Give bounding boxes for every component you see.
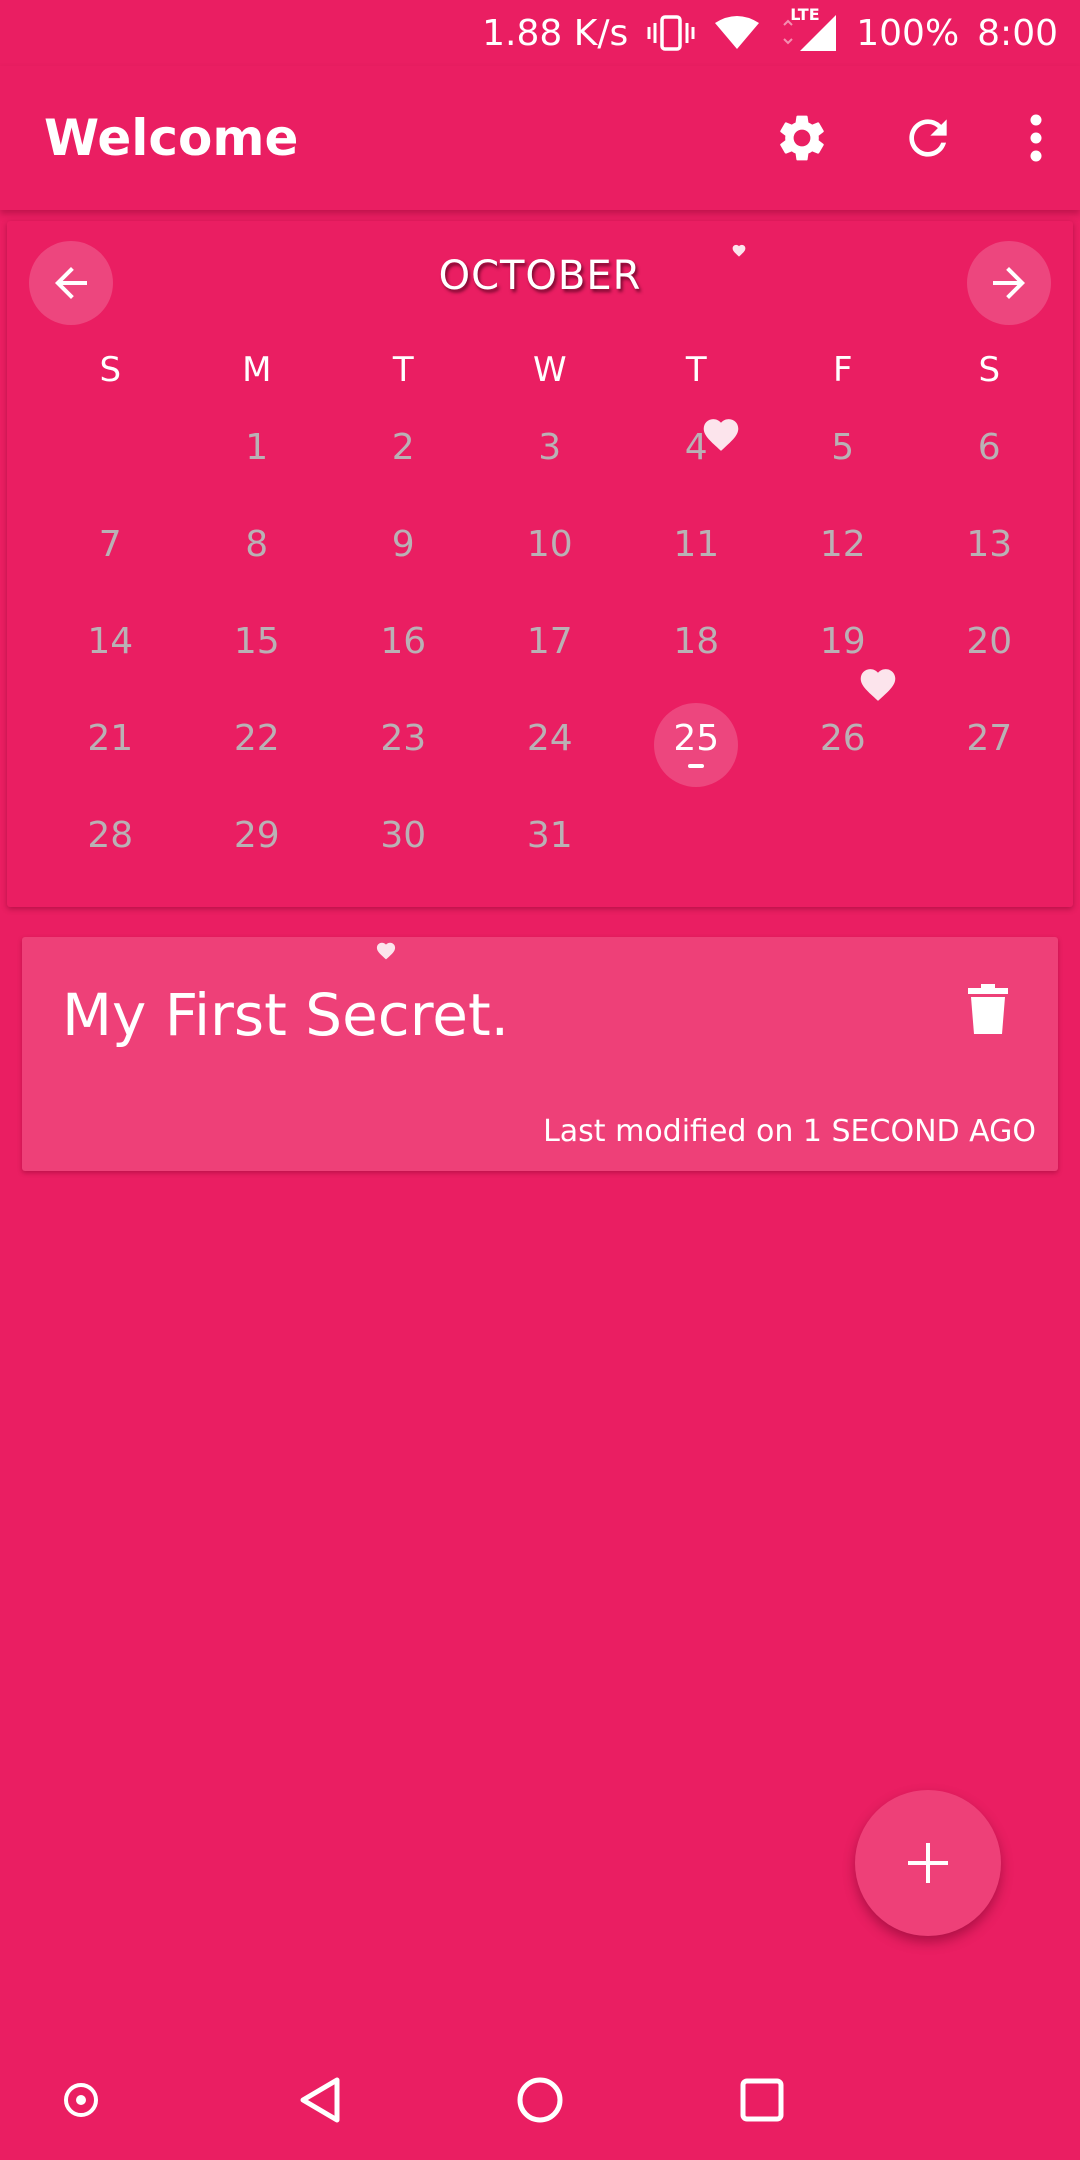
day-cell[interactable]: 5 bbox=[770, 399, 917, 496]
delete-button[interactable] bbox=[958, 979, 1018, 1039]
last-modified-text: Last modified on 1 SECOND AGO bbox=[543, 1114, 1036, 1149]
more-options-button[interactable] bbox=[1006, 90, 1066, 186]
record-icon bbox=[64, 2083, 98, 2117]
recents-icon bbox=[740, 2078, 784, 2122]
day-cell[interactable]: 6 bbox=[916, 399, 1063, 496]
arrow-right-icon bbox=[993, 267, 1025, 299]
day-cell[interactable]: 4 bbox=[623, 399, 770, 496]
day-cell[interactable]: 30 bbox=[330, 787, 477, 884]
screen-record-button[interactable] bbox=[41, 2060, 121, 2140]
day-cell[interactable]: 1 bbox=[184, 399, 331, 496]
secret-title: My First Secret. bbox=[62, 981, 510, 1049]
event-marker bbox=[688, 764, 705, 768]
day-cell[interactable]: 15 bbox=[184, 593, 331, 690]
day-cell-empty bbox=[37, 399, 184, 496]
refresh-button[interactable] bbox=[880, 90, 976, 186]
calendar-week: 7 8 9 10 11 12 13 bbox=[37, 496, 1063, 593]
day-cell[interactable]: 14 bbox=[37, 593, 184, 690]
weekday-label: S bbox=[978, 350, 1001, 390]
day-cell[interactable]: 28 bbox=[37, 787, 184, 884]
weekday-label: W bbox=[532, 350, 567, 390]
next-month-button[interactable] bbox=[967, 241, 1051, 325]
day-cell[interactable]: 8 bbox=[184, 496, 331, 593]
weekday-label: T bbox=[685, 350, 707, 390]
battery-text: 100% bbox=[856, 12, 960, 54]
day-cell-empty bbox=[916, 787, 1063, 884]
day-cell-empty bbox=[623, 787, 770, 884]
back-button[interactable] bbox=[280, 2060, 360, 2140]
vibrate-icon bbox=[646, 13, 696, 53]
heart-icon bbox=[732, 244, 746, 257]
calendar-week: 21 22 23 24 25 26 27 bbox=[37, 690, 1063, 787]
day-cell[interactable]: 11 bbox=[623, 496, 770, 593]
back-icon bbox=[300, 2077, 340, 2123]
day-cell[interactable]: 17 bbox=[477, 593, 624, 690]
recents-button[interactable] bbox=[722, 2060, 802, 2140]
settings-button[interactable] bbox=[754, 90, 850, 186]
day-cell[interactable]: 12 bbox=[770, 496, 917, 593]
calendar-week: 28 29 30 31 bbox=[37, 787, 1063, 884]
weekday-header: S M T W T F S bbox=[37, 341, 1063, 399]
status-bar: 1.88 K/s LTE 100% 8:00 bbox=[0, 0, 1080, 66]
net-speed: 1.88 K/s bbox=[482, 12, 629, 54]
home-icon bbox=[517, 2077, 563, 2123]
day-cell-empty bbox=[770, 787, 917, 884]
month-title: OCTOBER bbox=[438, 253, 642, 299]
day-cell[interactable]: 9 bbox=[330, 496, 477, 593]
calendar-week: 14 15 16 17 18 19 20 bbox=[37, 593, 1063, 690]
calendar-card: OCTOBER S M T W T F S 1 2 3 4 5 6 7 8 9 … bbox=[7, 221, 1073, 907]
page-title: Welcome bbox=[44, 109, 299, 167]
day-cell[interactable]: 31 bbox=[477, 787, 624, 884]
day-cell[interactable]: 21 bbox=[37, 690, 184, 787]
lte-signal-icon: LTE bbox=[778, 5, 838, 53]
day-cell[interactable]: 29 bbox=[184, 787, 331, 884]
clock: 8:00 bbox=[977, 12, 1058, 54]
day-cell[interactable]: 7 bbox=[37, 496, 184, 593]
day-cell[interactable]: 2 bbox=[330, 399, 477, 496]
secret-card[interactable]: My First Secret. Last modified on 1 SECO… bbox=[22, 937, 1058, 1171]
calendar-week: 1 2 3 4 5 6 bbox=[37, 399, 1063, 496]
day-cell[interactable]: 22 bbox=[184, 690, 331, 787]
day-cell[interactable]: 23 bbox=[330, 690, 477, 787]
selected-day-number: 25 bbox=[673, 718, 720, 759]
heart-icon bbox=[703, 419, 739, 451]
heart-icon bbox=[860, 669, 896, 701]
refresh-icon bbox=[909, 119, 947, 157]
screen: 1.88 K/s LTE 100% 8:00 Welcome OCTOBER S… bbox=[0, 0, 1080, 2160]
plus-icon bbox=[908, 1843, 948, 1883]
day-cell[interactable]: 27 bbox=[916, 690, 1063, 787]
day-cell-selected[interactable]: 25 bbox=[623, 690, 770, 787]
system-nav-bar bbox=[0, 2040, 1080, 2160]
lte-label: LTE bbox=[790, 5, 820, 24]
day-cell[interactable]: 18 bbox=[623, 593, 770, 690]
wifi-icon bbox=[714, 15, 760, 51]
weekday-label: S bbox=[99, 350, 122, 390]
day-cell[interactable]: 10 bbox=[477, 496, 624, 593]
day-cell[interactable]: 26 bbox=[770, 690, 917, 787]
settings-icon bbox=[780, 115, 824, 161]
app-bar: Welcome bbox=[0, 66, 1080, 210]
weekday-label: F bbox=[832, 350, 853, 390]
heart-icon bbox=[376, 942, 396, 960]
weekday-label: T bbox=[392, 350, 414, 390]
calendar-grid: S M T W T F S 1 2 3 4 5 6 7 8 9 10 11 12… bbox=[37, 341, 1063, 884]
day-cell[interactable]: 13 bbox=[916, 496, 1063, 593]
day-cell[interactable]: 24 bbox=[477, 690, 624, 787]
trash-icon bbox=[968, 984, 1008, 1034]
more-vert-icon bbox=[1030, 114, 1042, 162]
day-cell[interactable]: 16 bbox=[330, 593, 477, 690]
weekday-label: M bbox=[242, 350, 272, 390]
day-cell[interactable]: 20 bbox=[916, 593, 1063, 690]
home-button[interactable] bbox=[500, 2060, 580, 2140]
add-secret-button[interactable] bbox=[855, 1790, 1001, 1936]
day-cell[interactable]: 3 bbox=[477, 399, 624, 496]
